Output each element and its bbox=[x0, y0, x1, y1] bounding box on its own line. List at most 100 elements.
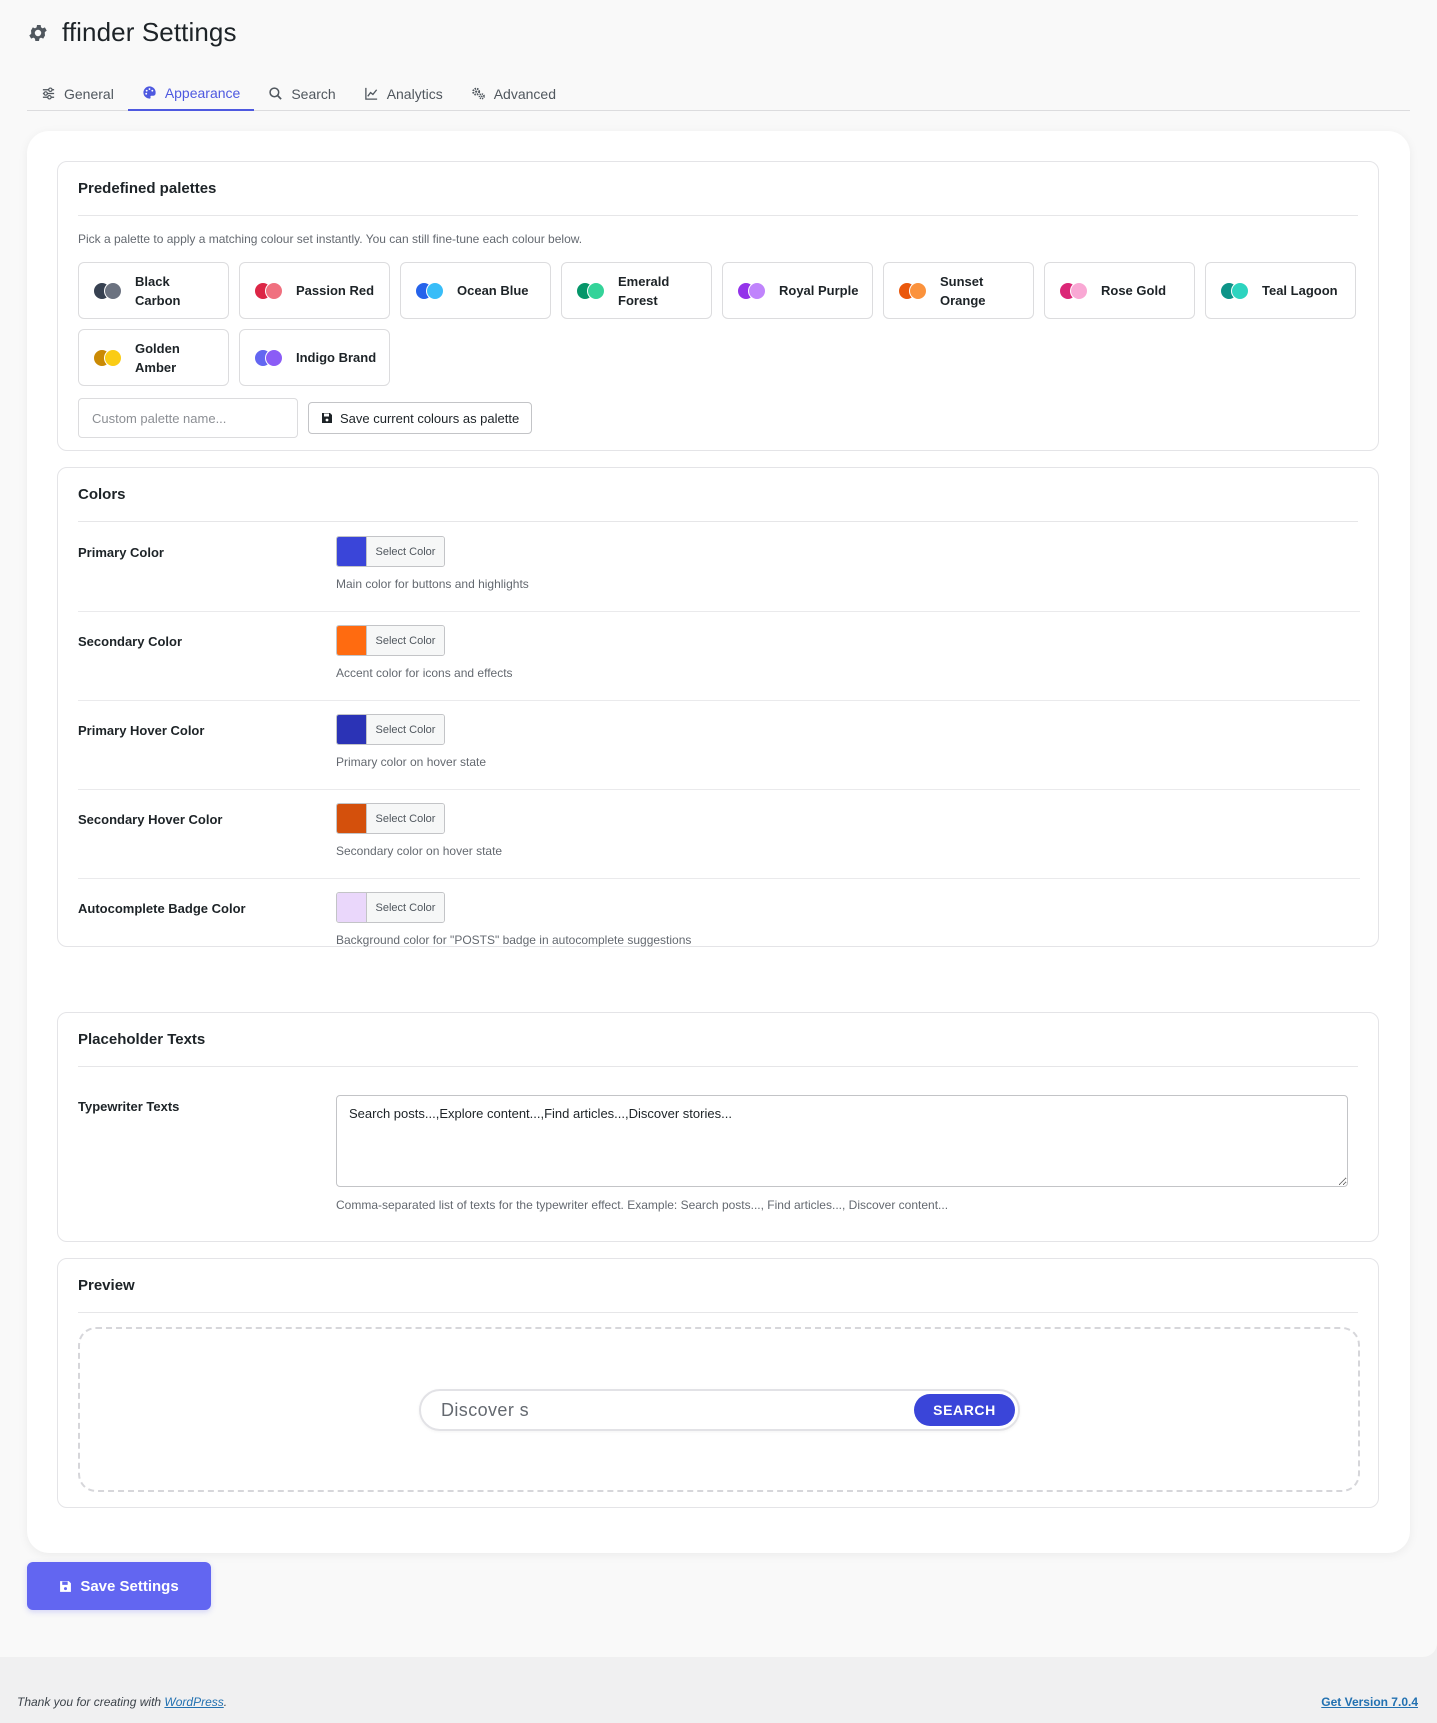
preview-search-text: Discover s bbox=[441, 1400, 530, 1420]
footer-thanks-suffix: . bbox=[223, 1695, 228, 1709]
palette-indigo-brand[interactable]: Indigo Brand bbox=[239, 329, 390, 386]
swatch-dot bbox=[265, 281, 283, 300]
save-palette-label: Save current colours as palette bbox=[340, 410, 520, 426]
primary-color-row: Primary Color Select Color Main color fo… bbox=[78, 523, 1360, 612]
search-icon bbox=[269, 87, 283, 100]
field-label: Primary Hover Color bbox=[78, 723, 205, 738]
save-settings-button[interactable]: Save Settings bbox=[27, 1562, 211, 1610]
preview-area: Discover s SEARCH bbox=[78, 1327, 1360, 1492]
field-label: Secondary Color bbox=[78, 634, 183, 649]
tab-bar: General Appearance Search Analytics Adva… bbox=[27, 76, 1410, 111]
palette-name: Emerald Forest bbox=[618, 273, 670, 308]
swatch-dot bbox=[1070, 281, 1088, 300]
palette-swatch bbox=[254, 281, 284, 300]
section-heading: Predefined palettes bbox=[78, 162, 1358, 216]
palette-golden-amber[interactable]: Golden Amber bbox=[78, 329, 229, 386]
palette-black-carbon[interactable]: Black Carbon bbox=[78, 262, 229, 319]
colors-section: Colors Primary Color Select Color Main c… bbox=[57, 467, 1379, 947]
palette-swatch bbox=[415, 281, 445, 300]
wordpress-link[interactable]: WordPress bbox=[164, 1695, 223, 1709]
floppy-disk-icon bbox=[322, 413, 332, 423]
select-color-label: Select Color bbox=[367, 893, 444, 922]
tab-label: Advanced bbox=[493, 85, 556, 102]
get-version-link[interactable]: Get Version 7.0.4 bbox=[1321, 1695, 1418, 1709]
palette-swatch bbox=[93, 348, 123, 367]
field-description: Comma-separated list of texts for the ty… bbox=[336, 1198, 949, 1212]
section-heading: Placeholder Texts bbox=[78, 1013, 1358, 1067]
floppy-disk-icon bbox=[60, 1580, 72, 1592]
palettes-section: Predefined palettes Pick a palette to ap… bbox=[57, 161, 1379, 451]
swatch-dot bbox=[587, 281, 605, 300]
palette-name: Golden Amber bbox=[135, 340, 180, 375]
palette-emerald-forest[interactable]: Emerald Forest bbox=[561, 262, 712, 319]
color-swatch bbox=[337, 804, 367, 833]
palettes-hint: Pick a palette to apply a matching colou… bbox=[78, 232, 583, 246]
preview-search-button[interactable]: SEARCH bbox=[914, 1394, 1015, 1426]
tab-appearance[interactable]: Appearance bbox=[127, 76, 255, 111]
palette-passion-red[interactable]: Passion Red bbox=[239, 262, 390, 319]
color-swatch bbox=[337, 715, 367, 744]
palette-swatch bbox=[576, 281, 606, 300]
tab-general[interactable]: General bbox=[27, 76, 128, 111]
palette-name: Indigo Brand bbox=[296, 350, 377, 365]
swatch-dot bbox=[265, 348, 283, 367]
save-palette-button[interactable]: Save current colours as palette bbox=[308, 402, 533, 434]
palette-name: Passion Red bbox=[296, 283, 375, 298]
section-heading: Preview bbox=[78, 1259, 1358, 1313]
color-swatch bbox=[337, 893, 367, 922]
swatch-dot bbox=[104, 348, 122, 367]
palette-ocean-blue[interactable]: Ocean Blue bbox=[400, 262, 551, 319]
swatch-dot bbox=[909, 281, 927, 300]
autocomplete-badge-color-row: Autocomplete Badge Color Select Color Ba… bbox=[78, 879, 1360, 968]
footer-credit: Thank you for creating with WordPress. bbox=[17, 1695, 227, 1709]
palette-name: Ocean Blue bbox=[457, 283, 529, 298]
preview-search-bar[interactable]: Discover s SEARCH bbox=[419, 1389, 1020, 1431]
tab-analytics[interactable]: Analytics bbox=[350, 76, 457, 111]
placeholder-texts-section: Placeholder Texts Typewriter Texts Comma… bbox=[57, 1012, 1379, 1242]
page-header: ffinder Settings bbox=[27, 17, 237, 48]
color-swatch bbox=[337, 537, 367, 566]
typewriter-texts-textarea[interactable] bbox=[336, 1095, 1348, 1187]
palette-swatch bbox=[93, 281, 123, 300]
swatch-dot bbox=[426, 281, 444, 300]
tab-search[interactable]: Search bbox=[254, 76, 349, 111]
field-label: Typewriter Texts bbox=[78, 1099, 180, 1114]
settings-page: ffinder Settings General Appearance Sear… bbox=[0, 0, 1437, 1657]
palette-swatch bbox=[254, 348, 284, 367]
palette-swatch bbox=[898, 281, 928, 300]
palette-name: Sunset Orange bbox=[940, 273, 986, 308]
field-description: Accent color for icons and effects bbox=[336, 666, 513, 680]
palette-swatch bbox=[1059, 281, 1089, 300]
footer-version: Get Version 7.0.4 bbox=[1321, 1695, 1418, 1709]
settings-card: Predefined palettes Pick a palette to ap… bbox=[27, 131, 1410, 1553]
palette-grid: Black Carbon Passion Red Ocean Blue Emer… bbox=[78, 262, 1368, 386]
custom-palette-name-input[interactable] bbox=[78, 398, 298, 438]
swatch-dot bbox=[748, 281, 766, 300]
autocomplete-badge-color-picker[interactable]: Select Color bbox=[336, 892, 445, 923]
secondary-hover-color-picker[interactable]: Select Color bbox=[336, 803, 445, 834]
field-description: Background color for "POSTS" badge in au… bbox=[336, 933, 692, 947]
tab-label: General bbox=[64, 85, 114, 102]
palette-teal-lagoon[interactable]: Teal Lagoon bbox=[1205, 262, 1356, 319]
primary-color-picker[interactable]: Select Color bbox=[336, 536, 445, 567]
palette-icon bbox=[143, 86, 156, 99]
tab-advanced[interactable]: Advanced bbox=[457, 76, 570, 111]
field-description: Primary color on hover state bbox=[336, 755, 487, 769]
primary-hover-color-row: Primary Hover Color Select Color Primary… bbox=[78, 701, 1360, 790]
palette-sunset-orange[interactable]: Sunset Orange bbox=[883, 262, 1034, 319]
field-description: Secondary color on hover state bbox=[336, 844, 503, 858]
field-label: Autocomplete Badge Color bbox=[78, 901, 246, 916]
palette-name: Royal Purple bbox=[779, 283, 859, 298]
save-settings-label: Save Settings bbox=[80, 1577, 179, 1595]
gear-icon bbox=[29, 24, 47, 41]
footer-thanks-text: Thank you for creating with bbox=[17, 1695, 165, 1709]
sliders-icon bbox=[42, 87, 55, 100]
palette-swatch bbox=[737, 281, 767, 300]
primary-hover-color-picker[interactable]: Select Color bbox=[336, 714, 445, 745]
swatch-dot bbox=[1231, 281, 1249, 300]
palette-name: Rose Gold bbox=[1101, 283, 1167, 298]
palette-rose-gold[interactable]: Rose Gold bbox=[1044, 262, 1195, 319]
secondary-color-picker[interactable]: Select Color bbox=[336, 625, 445, 656]
palette-royal-purple[interactable]: Royal Purple bbox=[722, 262, 873, 319]
select-color-label: Select Color bbox=[367, 804, 444, 833]
